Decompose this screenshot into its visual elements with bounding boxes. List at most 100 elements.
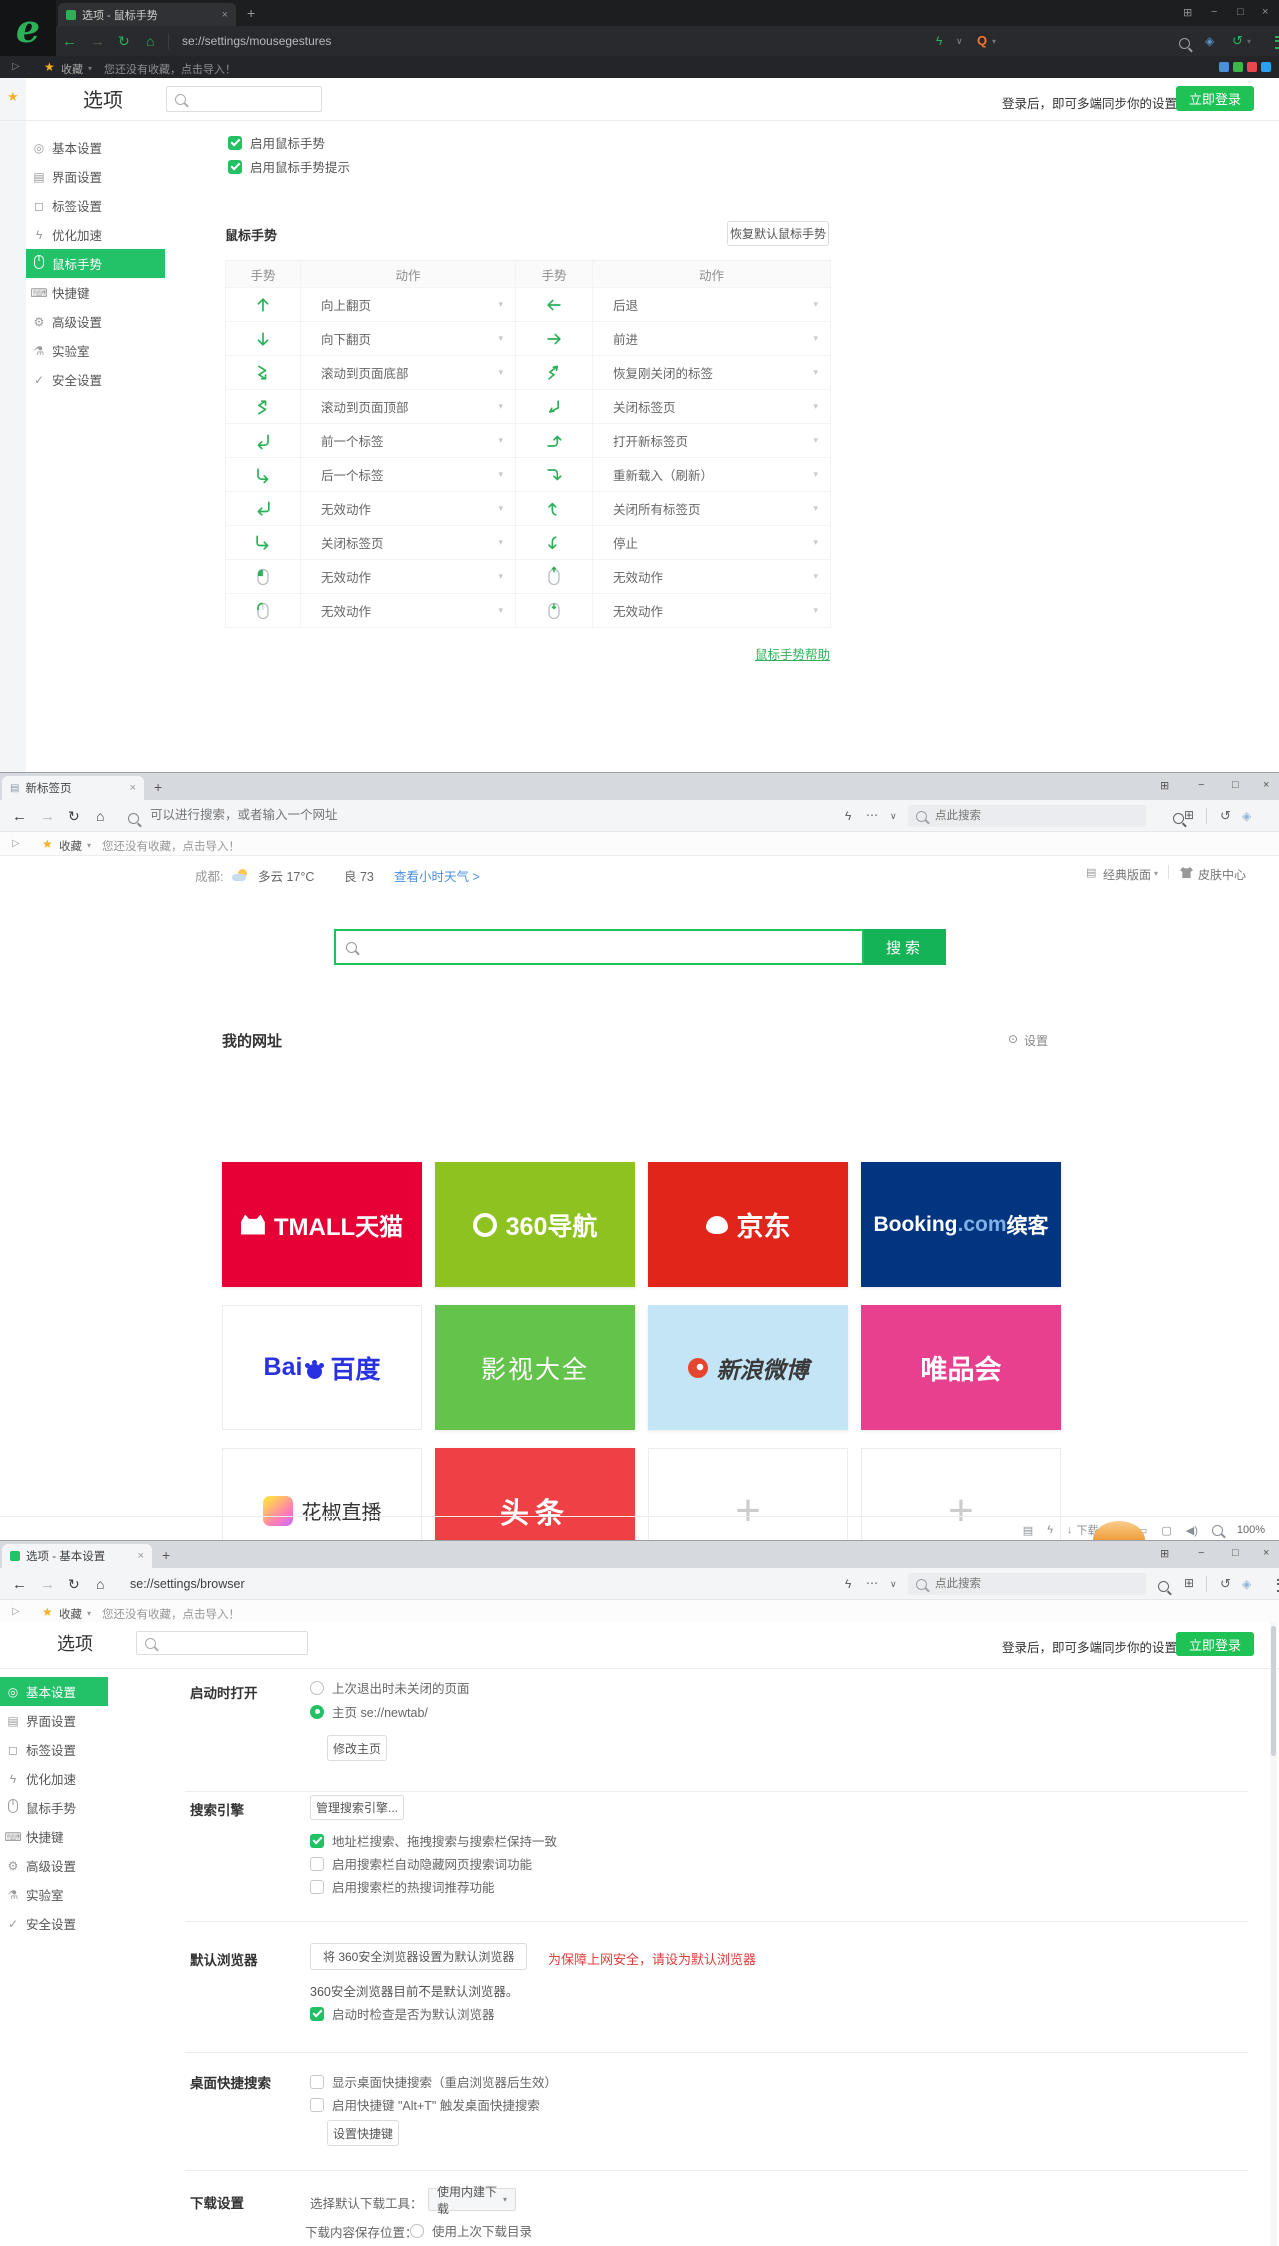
home-icon[interactable]: ⌂ [146, 33, 154, 49]
zoom-search-icon[interactable] [1173, 813, 1185, 824]
browser-logo-icon[interactable]: e [0, 0, 56, 56]
jd-tile[interactable]: 京东 [648, 1162, 848, 1287]
reload-icon[interactable]: ↻ [68, 1576, 80, 1593]
gesture-action-select[interactable]: 重新载入（刷新） ▾ [593, 458, 831, 492]
toolbar-search-input[interactable] [933, 809, 1127, 823]
engine-check-1[interactable]: 地址栏搜索、拖拽搜索与搜索栏保持一致 [310, 1831, 557, 1850]
lightning-icon[interactable]: ϟ [845, 809, 851, 823]
sidebar-item-hotkey[interactable]: ⌨ 快捷键 [0, 1822, 108, 1851]
extension-icon[interactable] [1247, 62, 1257, 72]
sidebar-item-gesture[interactable]: 鼠标手势 [26, 249, 165, 278]
sidebar-item-boost[interactable]: ϟ 优化加速 [0, 1764, 108, 1793]
sidebar-expand-icon[interactable]: ▷ [12, 838, 20, 849]
undo-icon[interactable]: ↺ [1220, 1576, 1231, 1592]
sidebar-item-basic[interactable]: ◎ 基本设置 [26, 133, 165, 162]
gesture-action-select[interactable]: 后一个标签 ▾ [301, 458, 516, 492]
maximize-button[interactable]: □ [1232, 779, 1239, 791]
lightning-icon[interactable]: ϟ [936, 34, 942, 48]
weibo-tile[interactable]: 新浪微博 [648, 1305, 848, 1430]
zoom-icon[interactable] [1211, 1524, 1223, 1536]
toutiao-tile[interactable]: 头条 [435, 1448, 635, 1540]
gesture-action-select[interactable]: 停止 ▾ [593, 526, 831, 560]
gesture-action-select[interactable]: 无效动作 ▾ [593, 560, 831, 594]
layers-icon[interactable]: ◈ [1205, 34, 1214, 48]
maximize-button[interactable]: □ [1237, 6, 1244, 18]
minimize-button[interactable]: − [1211, 6, 1217, 18]
download-icon[interactable]: ↓ [1067, 1524, 1073, 1536]
url-text[interactable]: se://settings/mousegestures [182, 34, 331, 48]
url-text[interactable]: se://settings/browser [130, 1577, 245, 1591]
checkbox-unchecked-icon[interactable] [310, 2097, 324, 2112]
toggle-enable-gesture-tip[interactable]: 启用鼠标手势提示 [228, 157, 350, 176]
checkbox-checked-icon[interactable] [310, 2006, 324, 2021]
sidebar-item-lab[interactable]: ⚗ 实验室 [0, 1880, 108, 1909]
gesture-help-link[interactable]: 鼠标手势帮助 [225, 644, 830, 663]
sidebar-item-hotkey[interactable]: ⌨ 快捷键 [26, 278, 165, 307]
toggle-enable-gestures[interactable]: 启用鼠标手势 [228, 133, 325, 152]
startup-option-homepage[interactable]: 主页 se://newtab/ [310, 1702, 428, 1721]
favorites-caret-icon[interactable]: ▾ [87, 1609, 91, 1618]
settings-search-box[interactable] [136, 1631, 308, 1655]
maximize-button[interactable]: □ [1232, 1547, 1239, 1559]
sidebar-expand-icon[interactable]: ▷ [12, 61, 20, 72]
sidebar-item-gesture[interactable]: 鼠标手势 [0, 1793, 108, 1822]
favorites-hint[interactable]: 您还没有收藏，点击导入！ [102, 838, 240, 854]
login-button[interactable]: 立即登录 [1176, 1632, 1254, 1656]
volume-icon[interactable]: ◀) [1186, 1524, 1198, 1537]
gesture-action-select[interactable]: 无效动作 ▾ [301, 560, 516, 594]
checkbox-checked-icon[interactable] [228, 135, 242, 150]
favorites-star-icon[interactable]: ★ [44, 60, 55, 74]
back-icon[interactable]: ← [62, 33, 77, 50]
reload-icon[interactable]: ↻ [68, 808, 80, 825]
menu-icon[interactable] [1275, 36, 1279, 49]
favorites-hint[interactable]: 您还没有收藏，点击导入！ [102, 1606, 240, 1622]
layers-icon[interactable]: ◈ [1242, 1577, 1251, 1591]
gesture-action-select[interactable]: 关闭所有标签页 ▾ [593, 492, 831, 526]
gesture-action-select[interactable]: 滚动到页面底部 ▾ [301, 356, 516, 390]
set-default-browser-button[interactable]: 将 360安全浏览器设置为默认浏览器 [310, 1943, 528, 1970]
extension-icons[interactable] [1219, 62, 1271, 72]
booking-tile[interactable]: Booking .com 缤客 [861, 1162, 1061, 1287]
radio-on-icon[interactable] [310, 1704, 324, 1719]
apps-grid-icon[interactable]: ▤ [1023, 1524, 1033, 1537]
gesture-action-select[interactable]: 前进 ▾ [593, 322, 831, 356]
back-icon[interactable]: ← [12, 1576, 27, 1593]
gesture-action-select[interactable]: 前一个标签 ▾ [301, 424, 516, 458]
tab-mousegestures[interactable]: 选项 - 鼠标手势 × [58, 3, 236, 26]
sidebar-item-advanced[interactable]: ⚙ 高级设置 [26, 307, 165, 336]
gesture-action-select[interactable]: 关闭标签页 ▾ [301, 526, 516, 560]
home-icon[interactable]: ⌂ [96, 808, 104, 824]
close-button[interactable]: × [1263, 1547, 1269, 1559]
home-icon[interactable]: ⌂ [96, 1576, 104, 1592]
search-engine-icon[interactable]: Q [977, 33, 987, 48]
undo-icon[interactable]: ↺ [1220, 808, 1231, 824]
forward-icon[interactable]: → [40, 1576, 55, 1593]
undo-icon[interactable]: ↺ [1232, 33, 1243, 49]
more-icon[interactable]: ⋯ [866, 1576, 878, 1590]
desktop-check-2[interactable]: 启用快捷键 "Alt+T" 触发桌面快捷搜索 [310, 2095, 540, 2114]
sidebar-item-basic[interactable]: ◎ 基本设置 [0, 1677, 108, 1706]
split-screen-icon[interactable]: ⊞ [1160, 1547, 1169, 1560]
favorites-hint[interactable]: 您还没有收藏，点击导入！ [104, 61, 236, 77]
reload-icon[interactable]: ↻ [118, 33, 130, 50]
gesture-action-select[interactable]: 关闭标签页 ▾ [593, 390, 831, 424]
extension-icon[interactable] [1219, 62, 1229, 72]
gesture-action-select[interactable]: 后退 ▾ [593, 288, 831, 322]
chevron-down-icon[interactable]: ∨ [890, 1579, 897, 1590]
gesture-action-select[interactable]: 无效动作 ▾ [301, 492, 516, 526]
new-tab-button[interactable]: + [162, 1547, 170, 1563]
tmall-tile[interactable]: TMALL天猫 [222, 1162, 422, 1287]
gesture-action-select[interactable]: 滚动到页面顶部 ▾ [301, 390, 516, 424]
checkbox-unchecked-icon[interactable] [310, 2074, 324, 2089]
sidebar-item-security[interactable]: ✓ 安全设置 [0, 1909, 108, 1938]
desktop-check-1[interactable]: 显示桌面快捷搜索（重启浏览器后生效） [310, 2072, 557, 2091]
gesture-action-select[interactable]: 向下翻页 ▾ [301, 322, 516, 356]
restore-default-gestures-button[interactable]: 恢复默认鼠标手势 [727, 221, 829, 246]
scrollbar-track[interactable] [1270, 1622, 1277, 2246]
startup-option-last-session[interactable]: 上次退出时未关闭的页面 [310, 1678, 470, 1697]
engine-check-2[interactable]: 启用搜索栏自动隐藏网页搜索词功能 [310, 1854, 532, 1873]
360nav-tile[interactable]: 360导航 [435, 1162, 635, 1287]
toolbar-search-input[interactable] [933, 1577, 1127, 1591]
tab-newtab[interactable]: ▤ 新标签页 × [2, 776, 144, 800]
split-screen-icon[interactable]: ⊞ [1183, 6, 1192, 19]
